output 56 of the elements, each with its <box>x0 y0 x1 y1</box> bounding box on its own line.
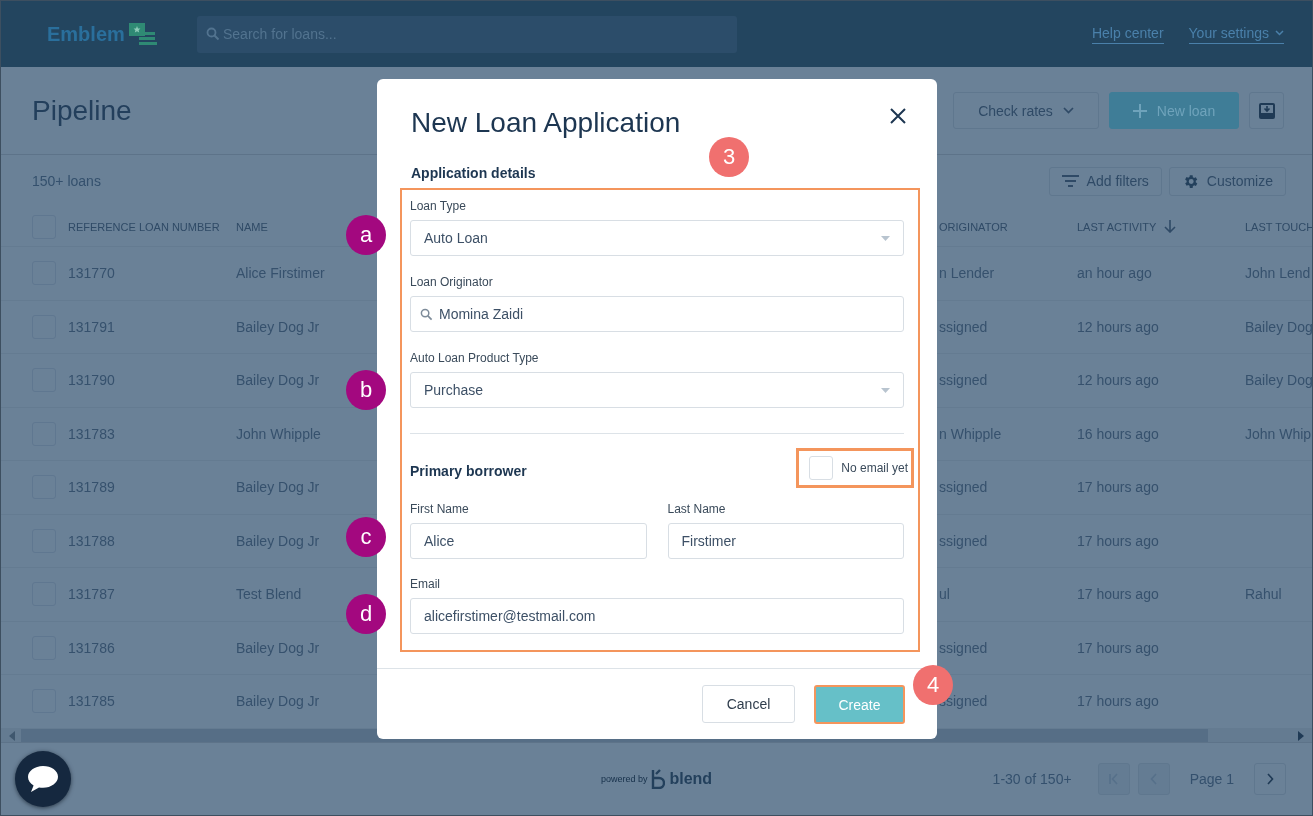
page-title: Pipeline <box>32 94 132 127</box>
close-icon[interactable] <box>890 108 906 124</box>
caret-icon <box>1275 29 1284 36</box>
brand-name: blend <box>669 770 713 788</box>
annotation-badge: 3 <box>709 137 749 177</box>
annotation-badge: d <box>346 594 386 634</box>
search-field[interactable]: Momina Zaidi <box>410 296 904 332</box>
section-heading: Primary borrower <box>410 463 527 479</box>
scroll-right-icon[interactable] <box>1298 730 1304 741</box>
nav-link[interactable]: Your settings <box>1188 24 1284 44</box>
field-label: First Name <box>410 501 470 517</box>
dropdown-caret-icon <box>881 387 890 393</box>
field-label: Auto Loan Product Type <box>410 350 540 366</box>
chevron-down-icon <box>1062 107 1074 114</box>
sort-down-icon <box>1164 220 1177 233</box>
field-label: Last Name <box>667 501 727 517</box>
checkbox[interactable] <box>809 456 834 480</box>
filter-icon <box>1061 175 1079 187</box>
field-label: Loan Originator <box>410 274 494 290</box>
b-mark-icon <box>651 769 666 789</box>
search-icon <box>420 307 433 321</box>
chevron-right-icon <box>1264 773 1276 785</box>
input-field[interactable]: Alice <box>410 523 647 559</box>
plus-icon <box>1132 103 1147 118</box>
section-heading: Application details <box>411 164 537 183</box>
checkbox-label: No email yet <box>841 461 908 475</box>
annotation-badge: a <box>346 215 386 255</box>
logo-text[interactable]: Emblem <box>47 22 125 46</box>
field-label: Loan Type <box>410 198 467 214</box>
annotation-badge: b <box>346 370 386 410</box>
chat-button[interactable] <box>15 751 71 807</box>
download-button[interactable] <box>1249 92 1284 129</box>
powered-by-text: powered by <box>600 774 648 784</box>
customize-button[interactable]: Customize <box>1168 166 1286 196</box>
search-icon <box>206 26 220 41</box>
field-label: Email <box>410 576 441 592</box>
input-field[interactable]: Firstimer <box>667 523 904 559</box>
select-field[interactable]: Purchase <box>410 372 904 408</box>
column-header[interactable]: ORIGINATOR <box>939 220 1077 233</box>
input-field[interactable]: alicefirstimer@testmail.com <box>410 598 904 634</box>
dialog-title: New Loan Application <box>411 106 681 140</box>
nav-link[interactable]: Help center <box>1091 24 1164 44</box>
dropdown-caret-icon <box>881 235 890 241</box>
flag-logo-icon <box>126 22 159 46</box>
check-rates-button[interactable]: Check rates <box>953 92 1099 129</box>
column-header[interactable]: LAST ACTIVITY <box>1077 220 1245 233</box>
cancel-button[interactable]: Cancel <box>702 685 795 723</box>
speech-bubble-icon <box>26 764 60 794</box>
column-header[interactable]: REFERENCE LOAN NUMBER <box>68 220 236 233</box>
tray-download-icon <box>1257 101 1276 120</box>
annotation-badge: c <box>346 517 386 557</box>
next-page-button[interactable] <box>1254 763 1286 795</box>
add-filters-button[interactable]: Add filters <box>1048 166 1162 196</box>
select-field[interactable]: Auto Loan <box>410 220 904 256</box>
create-button[interactable]: Create <box>814 685 905 724</box>
scroll-left-icon[interactable] <box>9 730 15 741</box>
